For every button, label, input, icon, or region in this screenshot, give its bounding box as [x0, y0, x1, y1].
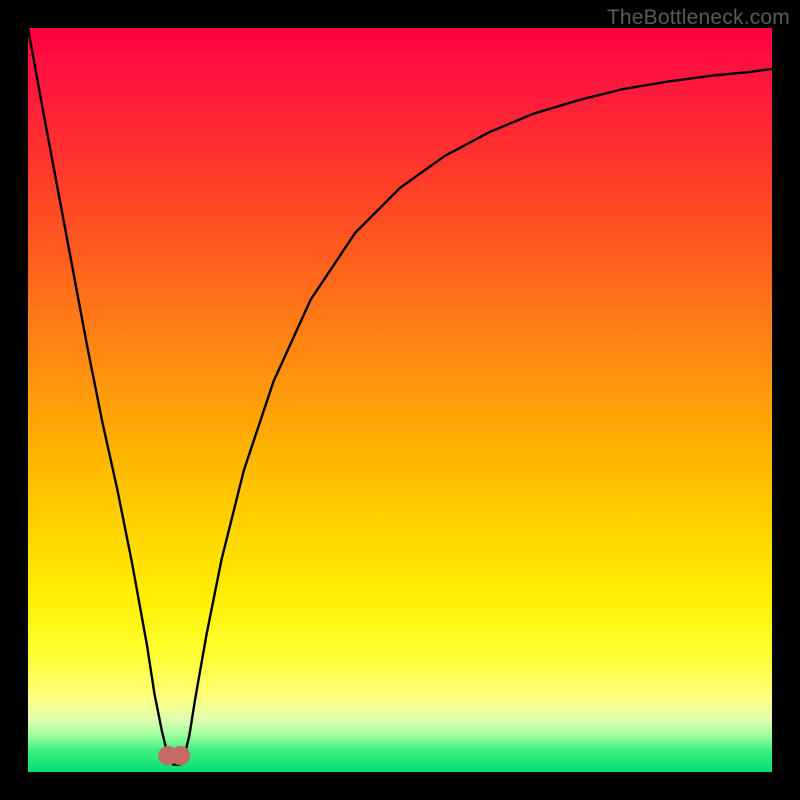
bottleneck-curve	[28, 28, 772, 765]
curve-marker	[171, 746, 190, 765]
bottleneck-curve-svg	[28, 28, 772, 772]
watermark-text: TheBottleneck.com	[607, 6, 790, 30]
marker-group	[158, 746, 190, 765]
chart-frame: TheBottleneck.com	[0, 0, 800, 800]
